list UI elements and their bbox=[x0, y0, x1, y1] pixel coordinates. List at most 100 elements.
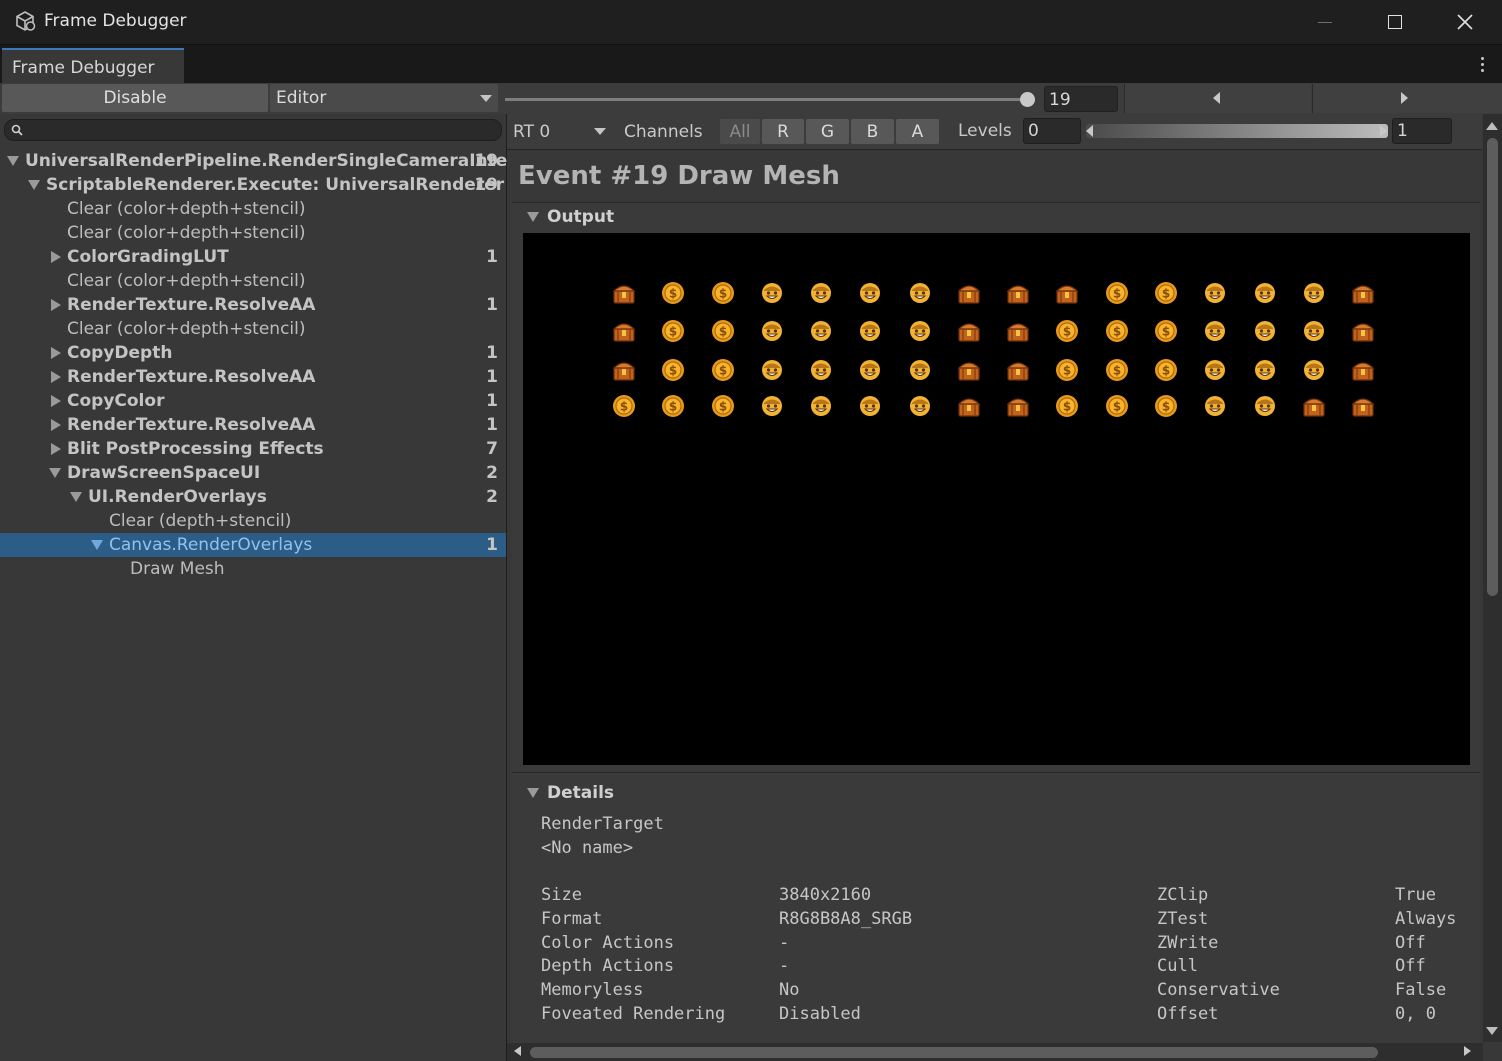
smiley-icon bbox=[1205, 321, 1226, 341]
tree-row-label: ColorGradingLUT bbox=[67, 247, 229, 267]
vertical-scrollbar-thumb[interactable] bbox=[1487, 138, 1498, 596]
tree-row-count: 19 bbox=[474, 175, 498, 195]
tree-row[interactable]: UniversalRenderPipeline.RenderSingleCame… bbox=[0, 149, 516, 173]
event-slider-handle[interactable] bbox=[1020, 92, 1035, 107]
expanded-arrow-icon[interactable] bbox=[28, 180, 40, 190]
horizontal-scrollbar-thumb[interactable] bbox=[530, 1047, 1378, 1058]
channel-r-button[interactable]: R bbox=[762, 119, 804, 144]
maximize-button[interactable] bbox=[1360, 0, 1430, 44]
scroll-up-icon[interactable] bbox=[1486, 122, 1498, 130]
smiley-icon bbox=[761, 283, 782, 303]
smiley-icon bbox=[1303, 283, 1324, 303]
expanded-arrow-icon[interactable] bbox=[70, 492, 82, 502]
maximize-icon bbox=[1388, 15, 1402, 29]
target-dropdown[interactable]: Editor bbox=[270, 84, 498, 112]
expanded-arrow-icon[interactable] bbox=[91, 540, 103, 550]
tree-row[interactable]: Clear (color+depth+stencil) bbox=[0, 269, 506, 293]
tree-row[interactable]: DrawScreenSpaceUI 2 bbox=[0, 461, 506, 485]
previous-event-button[interactable] bbox=[1124, 84, 1311, 113]
tree-row[interactable]: ColorGradingLUT 1 bbox=[0, 245, 506, 269]
chest-icon bbox=[1055, 285, 1079, 304]
tree-row-count: 2 bbox=[486, 487, 498, 507]
collapsed-arrow-icon[interactable] bbox=[51, 419, 61, 431]
tree-row[interactable]: CopyColor 1 bbox=[0, 389, 506, 413]
collapsed-arrow-icon[interactable] bbox=[51, 395, 61, 407]
tree-row[interactable]: Blit PostProcessing Effects 7 bbox=[0, 437, 506, 461]
tree-row-label: DrawScreenSpaceUI bbox=[67, 463, 261, 483]
tree-row-label: Clear (color+depth+stencil) bbox=[67, 223, 306, 243]
collapsed-arrow-icon[interactable] bbox=[51, 251, 61, 263]
tree-row-label: ScriptableRenderer.Execute: UniversalRen… bbox=[46, 175, 505, 195]
rt-select[interactable]: RT 0 bbox=[507, 117, 611, 146]
smiley-icon bbox=[860, 360, 881, 380]
collapsed-arrow-icon[interactable] bbox=[51, 347, 61, 359]
kebab-menu-icon[interactable] bbox=[1474, 53, 1490, 75]
event-slider-track[interactable] bbox=[505, 98, 1029, 101]
smiley-icon bbox=[1205, 283, 1226, 303]
disable-button[interactable]: Disable bbox=[2, 84, 268, 112]
tree-row-label: UniversalRenderPipeline.RenderSingleCame… bbox=[25, 151, 516, 171]
tree-row[interactable]: RenderTexture.ResolveAA 1 bbox=[0, 365, 506, 389]
tree-row[interactable]: CopyDepth 1 bbox=[0, 341, 506, 365]
tree-row[interactable]: Clear (color+depth+stencil) bbox=[0, 197, 506, 221]
levels-min-value: 0 bbox=[1028, 121, 1039, 141]
smiley-icon bbox=[1205, 396, 1226, 416]
collapsed-arrow-icon[interactable] bbox=[51, 371, 61, 383]
svg-text:$: $ bbox=[718, 364, 726, 378]
details-foldout-icon[interactable] bbox=[527, 788, 539, 798]
channel-a-button[interactable]: A bbox=[896, 119, 939, 144]
scroll-down-icon[interactable] bbox=[1486, 1027, 1498, 1035]
tree-row-label: Blit PostProcessing Effects bbox=[67, 439, 324, 459]
window-title: Frame Debugger bbox=[44, 11, 187, 31]
channel-all-button[interactable]: All bbox=[720, 119, 760, 144]
tree-row[interactable]: ScriptableRenderer.Execute: UniversalRen… bbox=[0, 173, 506, 197]
coin-icon: $ bbox=[1105, 395, 1128, 417]
levels-max-handle[interactable] bbox=[1380, 125, 1387, 137]
coin-icon: $ bbox=[662, 282, 685, 304]
smiley-icon bbox=[1254, 283, 1275, 303]
expanded-arrow-icon[interactable] bbox=[49, 468, 61, 478]
svg-text:$: $ bbox=[669, 325, 677, 339]
levels-min-handle[interactable] bbox=[1086, 125, 1093, 137]
tree-row[interactable]: Clear (depth+stencil) bbox=[0, 509, 506, 533]
collapsed-arrow-icon[interactable] bbox=[51, 443, 61, 455]
tree-row[interactable]: Clear (color+depth+stencil) bbox=[0, 221, 506, 245]
tab-label: Frame Debugger bbox=[12, 58, 155, 78]
output-foldout-icon[interactable] bbox=[527, 212, 539, 222]
output-header[interactable]: Output bbox=[547, 207, 614, 227]
collapsed-arrow-icon[interactable] bbox=[51, 299, 61, 311]
levels-max-field[interactable]: 1 bbox=[1392, 118, 1452, 144]
coin-icon: $ bbox=[1056, 320, 1079, 342]
expanded-arrow-icon[interactable] bbox=[7, 156, 19, 166]
levels-range-slider[interactable] bbox=[1086, 124, 1388, 138]
chest-icon bbox=[957, 285, 981, 304]
output-preview bbox=[523, 233, 1470, 765]
tree-row[interactable]: Canvas.RenderOverlays 1 bbox=[0, 533, 506, 557]
next-event-button[interactable] bbox=[1312, 84, 1502, 113]
smiley-icon bbox=[811, 321, 832, 341]
search-input[interactable] bbox=[4, 119, 502, 141]
coin-icon: $ bbox=[1056, 395, 1079, 417]
close-button[interactable] bbox=[1430, 0, 1500, 44]
tree-row[interactable]: Clear (color+depth+stencil) bbox=[0, 317, 506, 341]
scroll-right-icon[interactable] bbox=[1464, 1046, 1471, 1056]
scroll-left-icon[interactable] bbox=[514, 1046, 521, 1056]
minimize-button[interactable] bbox=[1290, 0, 1360, 44]
tree-row[interactable]: Draw Mesh bbox=[0, 557, 506, 581]
tree-row[interactable]: RenderTexture.ResolveAA 1 bbox=[0, 293, 506, 317]
detail-key: ZClip bbox=[1157, 885, 1209, 905]
details-header[interactable]: Details bbox=[547, 783, 614, 803]
svg-text:$: $ bbox=[669, 400, 677, 414]
tree-row[interactable]: RenderTexture.ResolveAA 1 bbox=[0, 413, 506, 437]
tree-row-count: 1 bbox=[486, 343, 498, 363]
levels-min-field[interactable]: 0 bbox=[1023, 118, 1081, 144]
tab-frame-debugger[interactable]: Frame Debugger bbox=[2, 48, 184, 83]
tree-row[interactable]: UI.RenderOverlays 2 bbox=[0, 485, 506, 509]
svg-text:$: $ bbox=[1113, 364, 1121, 378]
close-icon bbox=[1457, 14, 1473, 30]
event-index-field[interactable]: 19 bbox=[1044, 86, 1118, 112]
detail-key: ZTest bbox=[1157, 908, 1209, 929]
svg-text:$: $ bbox=[1113, 287, 1121, 301]
channel-b-button[interactable]: B bbox=[851, 119, 894, 144]
channel-g-button[interactable]: G bbox=[806, 119, 849, 144]
